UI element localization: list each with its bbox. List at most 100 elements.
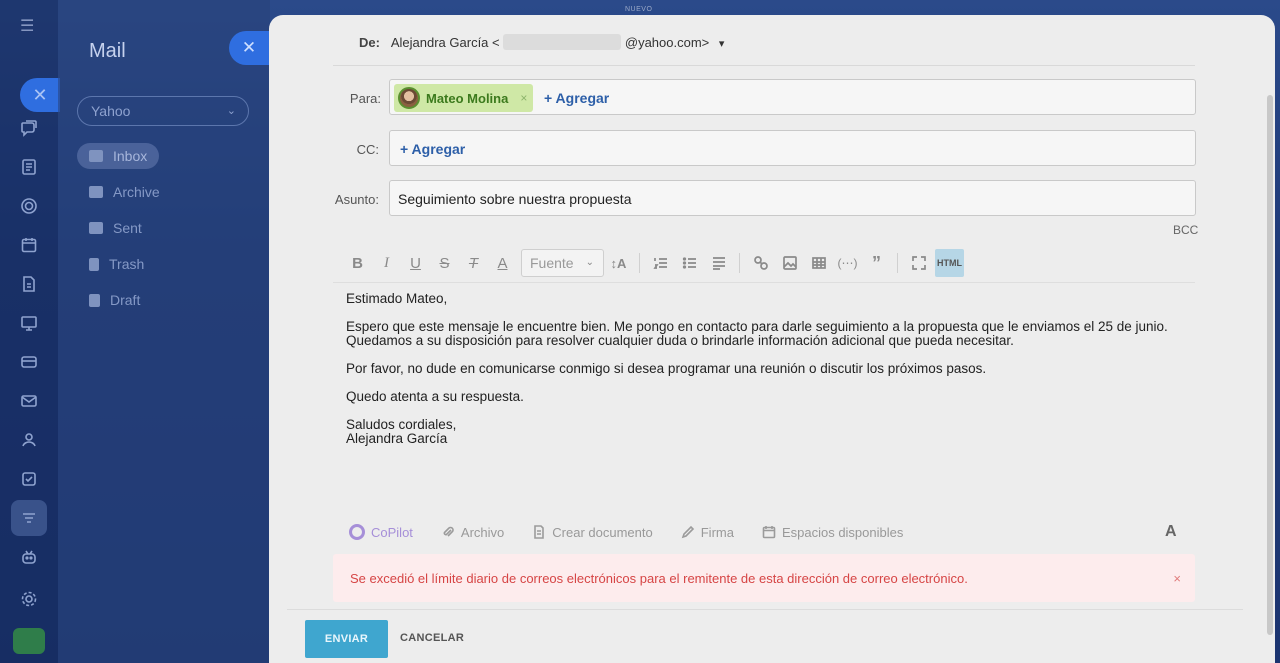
folder-inbox[interactable]: Inbox (77, 143, 160, 169)
tasks-icon[interactable] (17, 155, 41, 179)
subject-label: Asunto: (334, 192, 379, 207)
trash-icon (89, 257, 99, 271)
folder-archive[interactable]: Archive (77, 179, 172, 205)
checkbox-icon[interactable] (17, 467, 41, 491)
font-select[interactable]: Fuente ⌄ (521, 249, 604, 277)
fullscreen-icon[interactable] (904, 249, 933, 277)
editor-toolbar: B I U S T A Fuente ⌄ ↕A (⋯) ” HTML (343, 248, 964, 278)
create-document-label: Crear documento (552, 524, 653, 540)
divider (739, 253, 740, 273)
copilot-button[interactable]: CoPilot (349, 524, 413, 540)
table-icon[interactable] (804, 249, 833, 277)
folder-label: Archive (113, 184, 160, 200)
settings-icon[interactable] (17, 587, 41, 611)
pen-icon (681, 525, 694, 539)
folder-label: Sent (113, 220, 142, 236)
attach-file-label: Archivo (460, 524, 505, 540)
html-mode-button[interactable]: HTML (935, 249, 964, 277)
available-slots-button[interactable]: Espacios disponibles (762, 525, 903, 540)
new-badge: NUEVO (625, 6, 653, 13)
filter-icon[interactable] (17, 506, 41, 530)
draft-icon (89, 293, 100, 307)
italic-icon[interactable]: I (372, 249, 401, 277)
error-banner: Se excedió el límite diario de correos e… (333, 554, 1195, 602)
mail-icon[interactable] (17, 389, 41, 413)
rocket-icon[interactable] (13, 628, 45, 654)
folder-trash[interactable]: Trash (77, 251, 156, 277)
strikethrough-icon[interactable]: S (430, 249, 459, 277)
folder-sent[interactable]: Sent (77, 215, 154, 241)
close-icon[interactable]: × (520, 91, 527, 105)
image-icon[interactable] (775, 249, 804, 277)
folder-label: Trash (109, 256, 145, 272)
bcc-link[interactable]: BCC (1173, 223, 1198, 237)
send-button[interactable]: ENVIAR (305, 620, 388, 658)
text-format-button[interactable]: A (1165, 523, 1177, 541)
divider (897, 253, 898, 273)
quote-icon[interactable]: ” (862, 249, 891, 277)
body-paragraph: Quedo atenta a su respuesta. (346, 389, 524, 404)
hamburger-icon[interactable]: ☰ (20, 16, 34, 36)
body-greeting: Estimado Mateo, (346, 291, 448, 306)
create-document-button[interactable]: Crear documento (532, 524, 653, 540)
cc-field[interactable]: + Agregar (389, 130, 1196, 166)
cc-label: CC: (356, 142, 379, 157)
bold-icon[interactable]: B (343, 249, 372, 277)
document-icon (534, 525, 545, 539)
board-icon[interactable] (17, 311, 41, 335)
clear-format-icon[interactable]: T (459, 249, 488, 277)
body-line: Quedamos a su disposición para resolver … (346, 333, 1014, 348)
bullet-list-icon[interactable] (675, 249, 704, 277)
font-select-label: Fuente (530, 255, 574, 271)
close-icon[interactable]: ✕ (20, 78, 60, 112)
left-nav-rail: ☰ ✕ (0, 0, 60, 663)
subject-field[interactable]: Seguimiento sobre nuestra propuesta (389, 180, 1196, 216)
to-field[interactable]: Mateo Molina × + Agregar (389, 79, 1196, 115)
target-icon[interactable] (17, 194, 41, 218)
available-slots-label: Espacios disponibles (781, 524, 904, 540)
add-cc-link[interactable]: + Agregar (400, 141, 465, 157)
link-icon[interactable] (746, 249, 775, 277)
from-name: Alejandra García < (390, 35, 500, 50)
underline-icon[interactable]: U (401, 249, 430, 277)
from-label: De: (359, 35, 380, 50)
from-row[interactable]: De: Alejandra García < @yahoo.com> ▾ (359, 34, 724, 50)
text-color-icon[interactable]: A (488, 249, 517, 277)
compose-tools: CoPilot Archivo Crear documento Firma Es… (349, 524, 903, 540)
message-body[interactable]: Estimado Mateo, Espero que este mensaje … (346, 292, 1176, 460)
body-closing: Saludos cordiales, (346, 417, 457, 432)
font-size-icon[interactable]: ↕A (604, 249, 633, 277)
close-compose-button[interactable]: ✕ (229, 31, 269, 65)
divider (333, 282, 1195, 283)
folder-label: Inbox (113, 148, 148, 164)
code-icon[interactable]: (⋯) (833, 249, 862, 277)
body-sender-name: Alejandra García (346, 431, 448, 446)
numbered-list-icon[interactable] (646, 249, 675, 277)
chat-icon[interactable] (17, 116, 41, 140)
document-icon[interactable] (17, 272, 41, 296)
add-recipient-link[interactable]: + Agregar (544, 90, 609, 106)
cancel-button[interactable]: CANCELAR (400, 632, 464, 644)
divider (333, 65, 1195, 66)
divider (287, 609, 1243, 610)
chevron-down-icon: ⌄ (585, 257, 594, 268)
folder-draft[interactable]: Draft (77, 287, 152, 313)
scrollbar[interactable] (1267, 95, 1273, 635)
card-icon[interactable] (17, 350, 41, 374)
dismiss-error-button[interactable]: × (1173, 571, 1181, 586)
signature-button[interactable]: Firma (681, 525, 734, 540)
attach-file-button[interactable]: Archivo (441, 525, 504, 540)
robot-icon[interactable] (17, 545, 41, 569)
account-select[interactable]: Yahoo ⌄ (77, 96, 249, 126)
body-signature: Saludos cordiales, Alejandra García (346, 418, 1176, 446)
mail-title: Mail (89, 40, 126, 62)
contacts-icon[interactable] (17, 428, 41, 452)
avatar (398, 87, 420, 109)
chevron-down-icon[interactable]: ▾ (719, 38, 725, 50)
calendar-icon[interactable] (17, 233, 41, 257)
align-left-icon[interactable] (704, 249, 733, 277)
redacted-email (503, 34, 622, 50)
body-paragraph: Por favor, no dude en comunicarse conmig… (346, 361, 987, 376)
to-label: Para: (349, 91, 381, 106)
recipient-chip[interactable]: Mateo Molina × (394, 84, 534, 112)
